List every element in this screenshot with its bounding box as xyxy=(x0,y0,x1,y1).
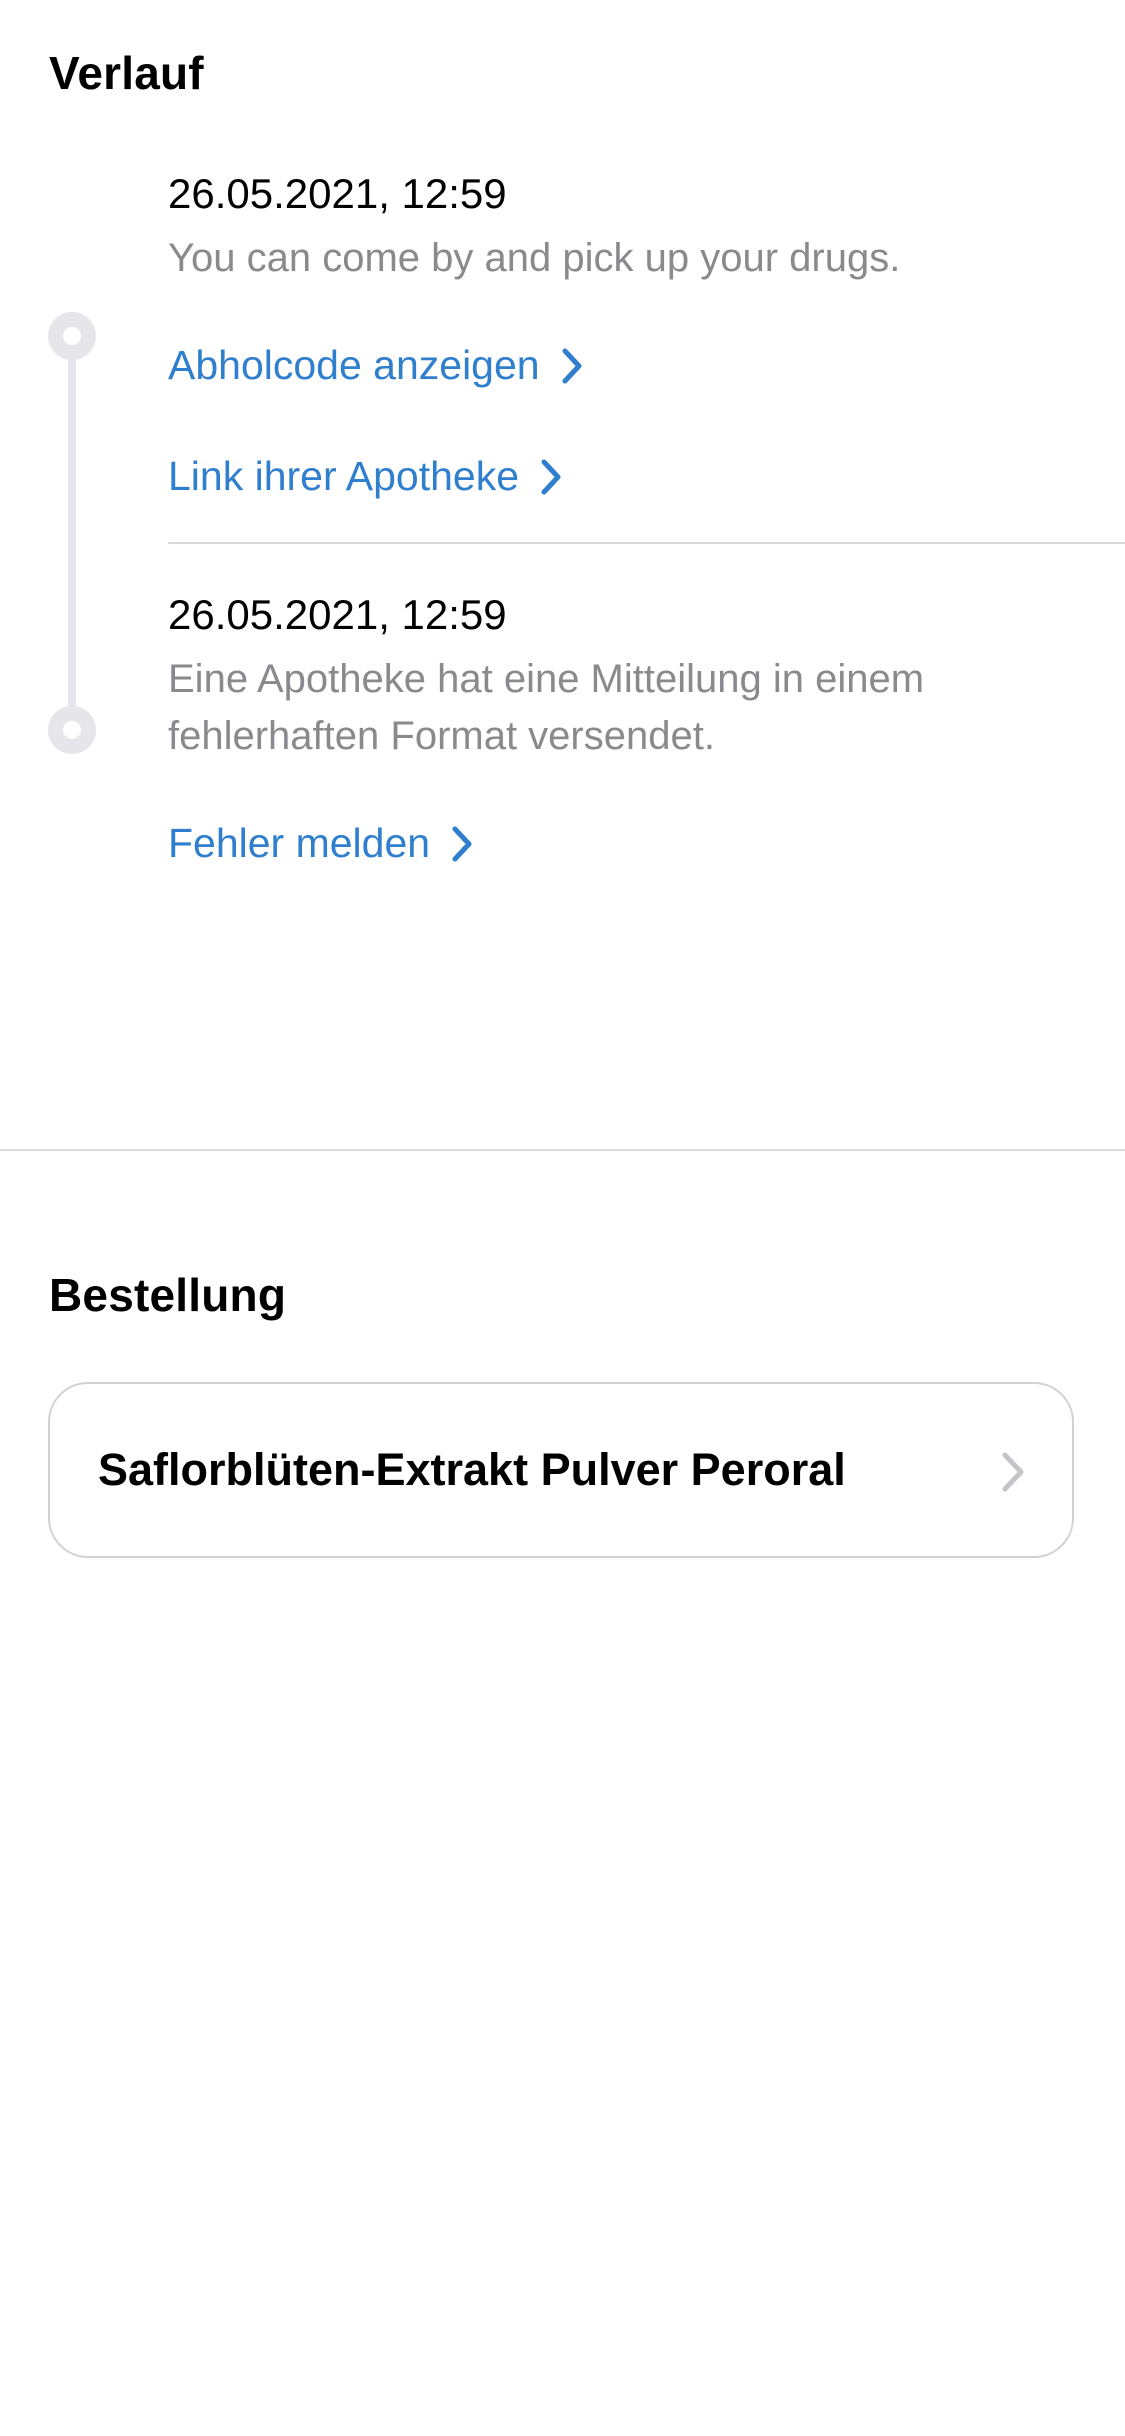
history-entry-message: Eine Apotheke hat eine Mitteilung in ein… xyxy=(168,657,925,758)
report-error-link[interactable]: Fehler melden xyxy=(168,820,480,867)
history-section-title: Verlauf xyxy=(49,47,204,99)
pharmacy-link[interactable]: Link ihrer Apotheke xyxy=(168,453,569,500)
chevron-right-icon xyxy=(554,346,590,386)
chevron-right-icon xyxy=(998,1450,1028,1494)
pharmacy-link-label: Link ihrer Apotheke xyxy=(168,453,520,499)
timeline-dot-icon xyxy=(48,706,96,754)
section-divider xyxy=(0,1149,1125,1151)
report-error-label: Fehler melden xyxy=(168,820,431,866)
show-pickup-code-label: Abholcode anzeigen xyxy=(168,342,540,388)
entry-divider xyxy=(168,542,1125,544)
history-entry-date: 26.05.2021, 12:59 xyxy=(168,591,507,638)
chevron-right-icon xyxy=(444,824,480,864)
order-item-card[interactable]: Saflorblüten-Extrakt Pulver Peroral xyxy=(48,1382,1074,1558)
history-entry-date: 26.05.2021, 12:59 xyxy=(168,170,507,217)
chevron-right-icon xyxy=(533,457,569,497)
timeline-line xyxy=(68,336,76,730)
order-item-name: Saflorblüten-Extrakt Pulver Peroral xyxy=(98,1444,846,1495)
order-section-title: Bestellung xyxy=(49,1269,287,1321)
show-pickup-code-link[interactable]: Abholcode anzeigen xyxy=(168,342,590,389)
timeline-dot-icon xyxy=(48,312,96,360)
history-entry-message: You can come by and pick up your drugs. xyxy=(168,236,901,280)
